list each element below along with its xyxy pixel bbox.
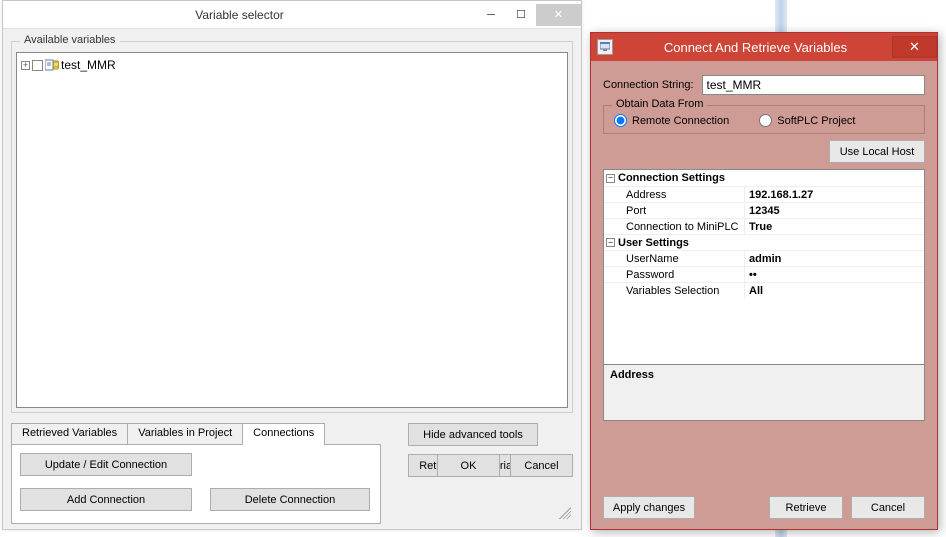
radio-remote-connection[interactable]: Remote Connection bbox=[614, 114, 729, 127]
right-buttons-col: Hide advanced tools Return empty variabl… bbox=[408, 423, 573, 485]
tab-connections[interactable]: Connections bbox=[242, 423, 325, 445]
prop-address[interactable]: Address 192.168.1.27 bbox=[604, 186, 924, 202]
obtain-data-group: Obtain Data From Remote Connection SoftP… bbox=[603, 105, 925, 134]
desc-title: Address bbox=[610, 369, 654, 381]
prop-key: Port bbox=[604, 203, 744, 218]
hide-advanced-tools-button[interactable]: Hide advanced tools bbox=[408, 423, 538, 446]
property-grid[interactable]: − Connection Settings Address 192.168.1.… bbox=[603, 169, 925, 365]
add-connection-button[interactable]: Add Connection bbox=[20, 488, 192, 511]
collapse-icon[interactable]: − bbox=[606, 174, 615, 183]
resize-grip-icon[interactable] bbox=[559, 507, 571, 519]
prop-password[interactable]: Password •• bbox=[604, 266, 924, 282]
connections-panel: Update / Edit Connection Add Connection … bbox=[11, 444, 381, 524]
prop-key: UserName bbox=[604, 251, 744, 266]
category-user-settings[interactable]: − User Settings bbox=[604, 234, 924, 250]
connection-string-label: Connection String: bbox=[603, 79, 694, 91]
collapse-icon[interactable]: − bbox=[606, 238, 615, 247]
connection-string-row: Connection String: bbox=[603, 75, 925, 95]
available-variables-group: Available variables + test_MMR bbox=[11, 41, 573, 413]
radio-softplc-label: SoftPLC Project bbox=[777, 115, 855, 127]
property-description-box: Address bbox=[603, 365, 925, 421]
radio-remote-label: Remote Connection bbox=[632, 115, 729, 127]
app-icon bbox=[597, 39, 613, 55]
prop-variables-selection[interactable]: Variables Selection All bbox=[604, 282, 924, 298]
titlebar[interactable]: Connect And Retrieve Variables ✕ bbox=[591, 33, 937, 61]
use-local-host-button[interactable]: Use Local Host bbox=[829, 140, 925, 163]
radio-softplc-project[interactable]: SoftPLC Project bbox=[759, 114, 855, 127]
category-connection-settings[interactable]: − Connection Settings bbox=[604, 170, 924, 186]
delete-connection-button[interactable]: Delete Connection bbox=[210, 488, 370, 511]
radio-remote-input[interactable] bbox=[614, 114, 627, 127]
tab-variables-in-project[interactable]: Variables in Project bbox=[127, 423, 243, 445]
prop-val[interactable]: 192.168.1.27 bbox=[744, 187, 924, 202]
prop-port[interactable]: Port 12345 bbox=[604, 202, 924, 218]
prop-val[interactable]: •• bbox=[744, 267, 924, 282]
titlebar[interactable]: Variable selector ─ ☐ ✕ bbox=[3, 1, 581, 29]
tree-root-label: test_MMR bbox=[61, 58, 116, 72]
window-title: Variable selector bbox=[3, 8, 476, 22]
prop-val[interactable]: All bbox=[744, 283, 924, 298]
prop-key: Password bbox=[604, 267, 744, 282]
cancel-button[interactable]: Cancel bbox=[851, 496, 925, 519]
apply-changes-button[interactable]: Apply changes bbox=[603, 496, 695, 519]
ok-button[interactable]: OK bbox=[437, 454, 500, 477]
db-icon bbox=[45, 59, 59, 71]
close-button[interactable]: ✕ bbox=[536, 4, 581, 26]
prop-val[interactable]: 12345 bbox=[744, 203, 924, 218]
window-title: Connect And Retrieve Variables bbox=[619, 40, 892, 55]
expand-icon[interactable]: + bbox=[21, 61, 30, 70]
prop-connection-miniplc[interactable]: Connection to MiniPLC True bbox=[604, 218, 924, 234]
update-edit-connection-button[interactable]: Update / Edit Connection bbox=[20, 453, 192, 476]
cancel-button[interactable]: Cancel bbox=[510, 454, 573, 477]
connection-string-input[interactable] bbox=[702, 75, 926, 95]
prop-key: Connection to MiniPLC bbox=[604, 219, 744, 234]
prop-key: Address bbox=[604, 187, 744, 202]
maximize-button[interactable]: ☐ bbox=[506, 4, 536, 26]
minimize-button[interactable]: ─ bbox=[476, 4, 506, 26]
tab-retrieved-variables[interactable]: Retrieved Variables bbox=[11, 423, 128, 445]
prop-username[interactable]: UserName admin bbox=[604, 250, 924, 266]
retrieve-button[interactable]: Retrieve bbox=[769, 496, 843, 519]
window-variable-selector: Variable selector ─ ☐ ✕ Available variab… bbox=[2, 0, 582, 530]
prop-val[interactable]: admin bbox=[744, 251, 924, 266]
close-button[interactable]: ✕ bbox=[892, 36, 937, 58]
tabs-row: Retrieved Variables Variables in Project… bbox=[11, 423, 324, 445]
available-variables-label: Available variables bbox=[20, 34, 120, 46]
bottom-buttons: Apply changes Retrieve Cancel bbox=[603, 496, 925, 519]
radio-softplc-input[interactable] bbox=[759, 114, 772, 127]
tree-checkbox[interactable] bbox=[32, 60, 43, 71]
variables-tree[interactable]: + test_MMR bbox=[16, 52, 568, 408]
window-connect-retrieve: Connect And Retrieve Variables ✕ Connect… bbox=[590, 32, 938, 530]
tree-row-root[interactable]: + test_MMR bbox=[21, 57, 563, 73]
obtain-data-label: Obtain Data From bbox=[612, 98, 707, 110]
prop-val[interactable]: True bbox=[744, 219, 924, 234]
prop-key: Variables Selection bbox=[604, 283, 744, 298]
